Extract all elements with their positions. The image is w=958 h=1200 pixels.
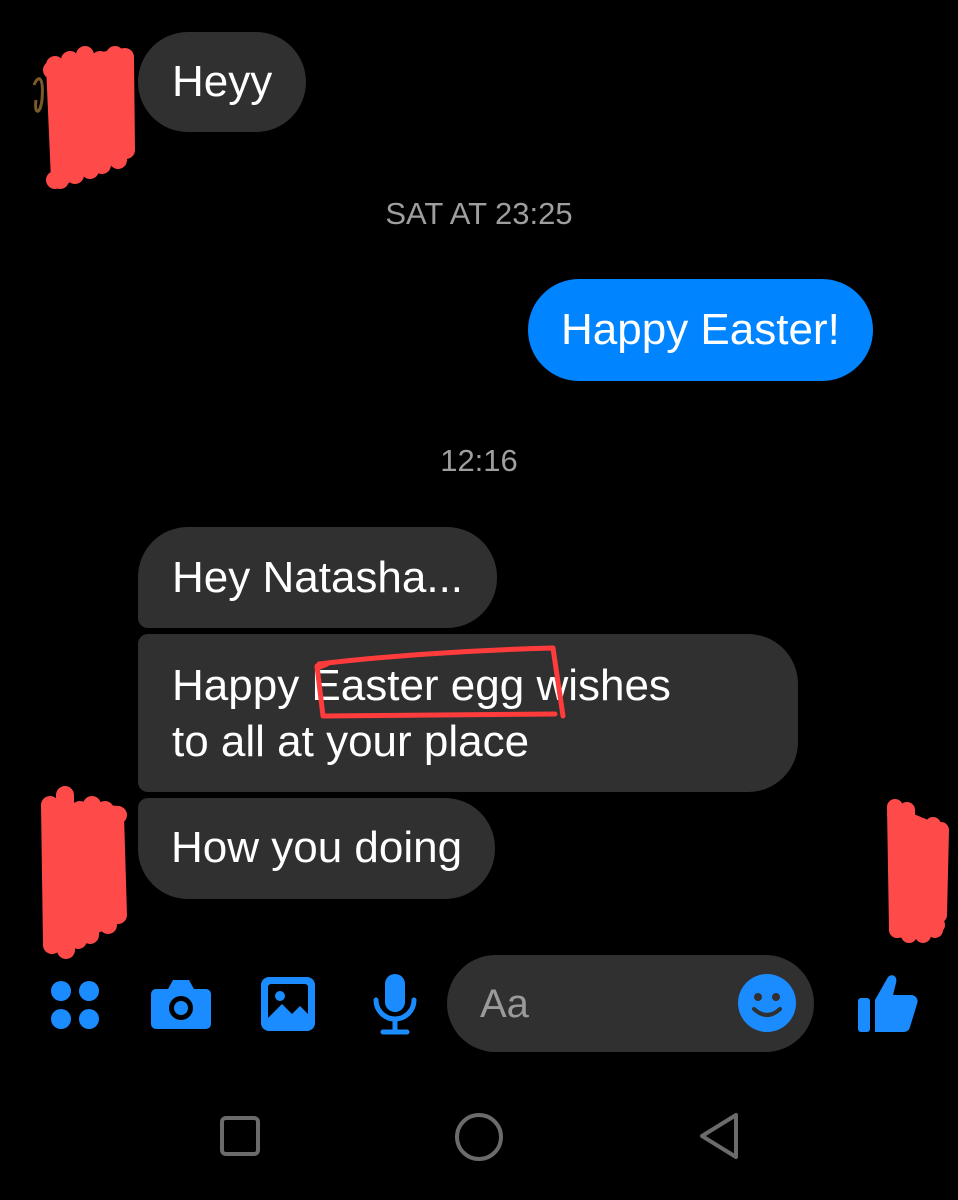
home-icon[interactable] bbox=[454, 1112, 504, 1162]
highlight-box-annotation bbox=[314, 645, 566, 719]
redacted-scribble bbox=[887, 799, 949, 943]
microphone-icon[interactable] bbox=[370, 972, 420, 1036]
camera-icon[interactable] bbox=[150, 977, 212, 1031]
emoji-icon[interactable] bbox=[737, 973, 797, 1033]
timestamp: 12:16 bbox=[440, 443, 518, 478]
message-text: Heyy bbox=[172, 57, 273, 106]
timestamp: SAT AT 23:25 bbox=[385, 196, 573, 231]
message-text: Hey Natasha... bbox=[172, 553, 464, 602]
apps-icon[interactable] bbox=[50, 980, 100, 1030]
recents-icon[interactable] bbox=[219, 1115, 261, 1157]
message-input[interactable] bbox=[480, 977, 720, 1031]
message-incoming[interactable]: Hey Natasha... bbox=[138, 527, 498, 628]
message-text: Happy Easter! bbox=[561, 305, 840, 354]
thumbs-up-icon[interactable] bbox=[856, 972, 920, 1034]
redacted-avatar-scribble bbox=[41, 786, 127, 959]
message-outgoing[interactable]: Happy Easter! bbox=[528, 279, 873, 381]
message-text: How you doing bbox=[171, 823, 463, 872]
back-icon[interactable] bbox=[696, 1111, 742, 1161]
message-incoming[interactable]: How you doing bbox=[138, 798, 496, 899]
message-composer[interactable] bbox=[447, 955, 814, 1052]
gallery-icon[interactable] bbox=[260, 976, 316, 1032]
redacted-avatar-scribble bbox=[32, 46, 135, 189]
message-incoming[interactable]: Heyy bbox=[138, 32, 307, 132]
